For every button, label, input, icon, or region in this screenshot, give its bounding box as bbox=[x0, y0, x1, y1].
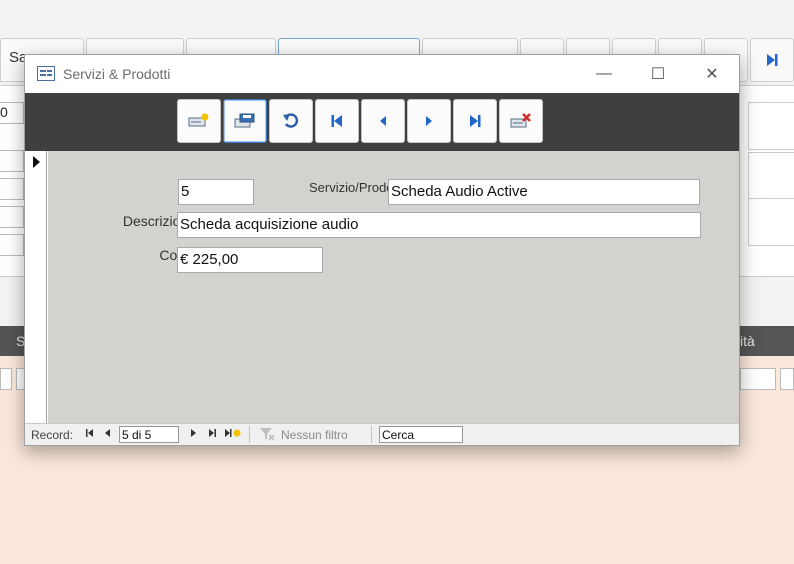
delete-record-button[interactable] bbox=[499, 99, 543, 143]
save-record-icon bbox=[234, 113, 255, 128]
record-position-field[interactable]: 5 di 5 bbox=[119, 426, 179, 443]
delete-record-icon bbox=[510, 113, 531, 128]
form-icon bbox=[37, 66, 55, 81]
nav-previous-icon bbox=[105, 429, 110, 437]
nav-last-icon bbox=[209, 429, 216, 437]
record-label: Record: bbox=[31, 428, 74, 442]
filter-status[interactable]: Nessun filtro bbox=[281, 428, 348, 442]
nav-first-icon bbox=[86, 429, 93, 437]
first-record-button[interactable] bbox=[315, 99, 359, 143]
nav-next-icon bbox=[191, 429, 196, 437]
first-record-icon bbox=[331, 115, 342, 127]
nav-separator bbox=[249, 426, 250, 443]
nav-previous-button[interactable] bbox=[104, 427, 112, 442]
bg-left-field-1[interactable]: 0 bbox=[0, 102, 24, 124]
bg-left-field-4[interactable] bbox=[0, 206, 24, 228]
nav-last-button[interactable] bbox=[207, 427, 217, 442]
save-record-button[interactable] bbox=[223, 99, 267, 143]
record-navigation-bar: Record: 5 di 5 Nessun filtro Cerca bbox=[25, 423, 739, 445]
nav-new-record-icon bbox=[225, 429, 241, 437]
bg-right-cell-3[interactable] bbox=[748, 198, 794, 246]
nav-new-record-button[interactable] bbox=[224, 427, 242, 442]
minimize-button[interactable]: — bbox=[581, 55, 627, 93]
bg-left-field-2[interactable] bbox=[0, 150, 24, 172]
bg-left-field-3[interactable] bbox=[0, 178, 24, 200]
bg-last-record-button[interactable] bbox=[750, 38, 794, 82]
bg-left-field-5[interactable] bbox=[0, 234, 24, 256]
window-title: Servizi & Prodotti bbox=[63, 66, 171, 82]
description-field[interactable]: Scheda acquisizione audio bbox=[177, 212, 701, 238]
services-products-window: Servizi & Prodotti — ☐ ✕ 5 Servizio/Prod… bbox=[24, 54, 740, 446]
nav-separator-2 bbox=[371, 426, 372, 443]
service-product-field[interactable]: Scheda Audio Active bbox=[388, 179, 700, 205]
bg-filter-box-1[interactable] bbox=[0, 368, 12, 390]
current-record-arrow-icon bbox=[33, 156, 40, 168]
filter-icon bbox=[259, 427, 275, 444]
undo-icon bbox=[283, 113, 299, 128]
next-record-icon bbox=[426, 116, 432, 126]
nav-next-button[interactable] bbox=[189, 427, 197, 442]
previous-record-button[interactable] bbox=[361, 99, 405, 143]
bg-filter-box-3[interactable] bbox=[740, 368, 776, 390]
last-record-button[interactable] bbox=[453, 99, 497, 143]
id-field[interactable]: 5 bbox=[178, 179, 254, 205]
undo-button[interactable] bbox=[269, 99, 313, 143]
bg-right-cell-1[interactable] bbox=[748, 102, 794, 150]
last-record-icon bbox=[470, 115, 481, 127]
search-field[interactable]: Cerca bbox=[379, 426, 463, 443]
cost-field[interactable]: € 225,00 bbox=[177, 247, 323, 273]
maximize-button[interactable]: ☐ bbox=[635, 55, 681, 93]
bg-filter-box-4[interactable] bbox=[780, 368, 794, 390]
bg-header-label-right: ità bbox=[740, 333, 755, 349]
record-toolbar bbox=[25, 93, 739, 151]
new-record-button[interactable] bbox=[177, 99, 221, 143]
next-record-button[interactable] bbox=[407, 99, 451, 143]
record-selector[interactable] bbox=[25, 151, 47, 423]
last-record-icon bbox=[767, 54, 778, 66]
window-title-bar[interactable]: Servizi & Prodotti — ☐ ✕ bbox=[25, 55, 739, 93]
nav-first-button[interactable] bbox=[85, 427, 95, 442]
app-top-bar bbox=[0, 0, 794, 36]
new-record-icon bbox=[188, 113, 209, 127]
previous-record-icon bbox=[380, 116, 386, 126]
close-button[interactable]: ✕ bbox=[689, 55, 735, 93]
form-detail-section: ID 5 Servizio/Prodotto Scheda Audio Acti… bbox=[48, 151, 739, 423]
bg-right-cell-2[interactable] bbox=[748, 152, 794, 200]
